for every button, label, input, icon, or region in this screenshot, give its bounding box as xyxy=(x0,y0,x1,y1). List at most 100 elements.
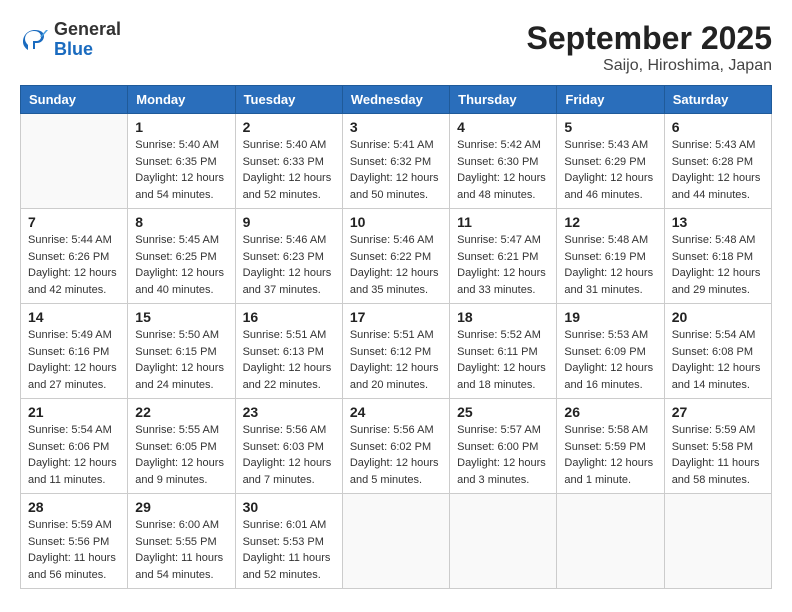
sunrise-text: Sunrise: 5:47 AM xyxy=(457,234,541,246)
sunrise-text: Sunrise: 5:40 AM xyxy=(135,139,219,151)
calendar-cell: 25 Sunrise: 5:57 AMSunset: 6:00 PMDayligh… xyxy=(450,399,557,494)
day-info: Sunrise: 5:48 AMSunset: 6:18 PMDaylight:… xyxy=(672,232,764,298)
day-number: 12 xyxy=(564,214,656,230)
day-number: 9 xyxy=(243,214,335,230)
page-subtitle: Saijo, Hiroshima, Japan xyxy=(527,57,772,75)
day-info: Sunrise: 5:41 AM Sunset: 6:32 PM Daylight:… xyxy=(350,137,442,203)
day-number: 1 xyxy=(135,119,227,135)
daylight-text: Daylight: 12 hours and 20 minutes. xyxy=(350,362,439,391)
sunrise-text: Sunrise: 5:43 AM xyxy=(564,139,648,151)
daylight-text: Daylight: 11 hours and 52 minutes. xyxy=(243,552,331,581)
day-number: 24 xyxy=(350,404,442,420)
day-info: Sunrise: 5:58 AMSunset: 5:59 PMDaylight:… xyxy=(564,422,656,488)
day-info: Sunrise: 5:56 AMSunset: 6:02 PMDaylight:… xyxy=(350,422,442,488)
weekday-header: Friday xyxy=(557,86,664,114)
daylight-text: Daylight: 12 hours and 18 minutes. xyxy=(457,362,546,391)
calendar-cell: 2Sunrise: 5:40 AMSunset: 6:33 PMDaylight… xyxy=(235,114,342,209)
page-title: September 2025 xyxy=(527,20,772,57)
daylight-text: Daylight: 12 hours and 54 minutes. xyxy=(135,172,224,201)
calendar-cell: 24Sunrise: 5:56 AMSunset: 6:02 PMDayligh… xyxy=(342,399,449,494)
sunrise-text: Sunrise: 5:59 AM xyxy=(672,424,756,436)
sunset-text: Sunset: 5:58 PM xyxy=(672,441,753,453)
day-number: 20 xyxy=(672,309,764,325)
daylight-text: Daylight: 12 hours and 22 minutes. xyxy=(243,362,332,391)
sunrise-text: Sunrise: 5:55 AM xyxy=(135,424,219,436)
calendar-cell xyxy=(450,494,557,589)
daylight-text: Daylight: 12 hours and 35 minutes. xyxy=(350,267,439,296)
sunset-text: Sunset: 6:22 PM xyxy=(350,251,431,263)
calendar-cell: 18Sunrise: 5:52 AMSunset: 6:11 PMDayligh… xyxy=(450,304,557,399)
calendar-week-row: 21Sunrise: 5:54 AMSunset: 6:06 PMDayligh… xyxy=(21,399,772,494)
sunset-text: Sunset: 6:21 PM xyxy=(457,251,538,263)
sunrise-text: Sunrise: 5:57 AM xyxy=(457,424,541,436)
sunset-text: Sunset: 6:03 PM xyxy=(243,441,324,453)
calendar-cell: 27 Sunrise: 5:59 AM Sunset: 5:58 PM Dayligh… xyxy=(664,399,771,494)
day-info: Sunrise: 5:54 AM Sunset: 6:06 PM Daylight:… xyxy=(28,422,120,488)
calendar-table: SundayMondayTuesdayWednesdayThursdayFrid… xyxy=(20,85,772,589)
day-info: Sunrise: 5:44 AMSunset: 6:26 PMDaylight:… xyxy=(28,232,120,298)
day-number: 22 xyxy=(135,404,227,420)
sunset-text: Sunset: 6:02 PM xyxy=(350,441,431,453)
day-info: Sunrise: 5:40 AMSunset: 6:35 PMDaylight:… xyxy=(135,137,227,203)
day-info: Sunrise: 5:47 AM Sunset: 6:21 PM Daylight:… xyxy=(457,232,549,298)
day-info: Sunrise: 5:55 AMSunset: 6:05 PMDaylight:… xyxy=(135,422,227,488)
calendar-cell xyxy=(557,494,664,589)
daylight-text: Daylight: 12 hours and 42 minutes. xyxy=(28,267,117,296)
day-number: 13 xyxy=(672,214,764,230)
day-info: Sunrise: 5:59 AMSunset: 5:56 PMDaylight:… xyxy=(28,517,120,583)
sunset-text: Sunset: 6:23 PM xyxy=(243,251,324,263)
calendar-cell: 14Sunrise: 5:49 AMSunset: 6:16 PMDayligh… xyxy=(21,304,128,399)
calendar-cell: 8Sunrise: 5:45 AMSunset: 6:25 PMDaylight… xyxy=(128,209,235,304)
calendar-cell: 1 Sunrise: 5:40 AMSunset: 6:35 PMDaylight… xyxy=(128,114,235,209)
day-number: 4 xyxy=(457,119,549,135)
daylight-text: Daylight: 12 hours and 50 minutes. xyxy=(350,172,439,201)
daylight-text: Daylight: 11 hours and 58 minutes. xyxy=(672,457,760,486)
sunset-text: Sunset: 6:06 PM xyxy=(28,441,109,453)
sunset-text: Sunset: 6:15 PM xyxy=(135,346,216,358)
sunset-text: Sunset: 6:12 PM xyxy=(350,346,431,358)
sunrise-text: Sunrise: 5:54 AM xyxy=(672,329,756,341)
day-number: 10 xyxy=(350,214,442,230)
sunrise-text: Sunrise: 5:51 AM xyxy=(243,329,327,341)
day-number: 26 xyxy=(564,404,656,420)
calendar-cell: 3Sunrise: 5:41 AMSunset: 6:32 PMDaylight… xyxy=(342,114,449,209)
day-info: Sunrise: 5:59 AM Sunset: 5:58 PM Daylight:… xyxy=(672,422,764,488)
sunrise-text: Sunrise: 5:58 AM xyxy=(564,424,648,436)
sunset-text: Sunset: 6:32 PM xyxy=(350,156,431,168)
daylight-text: Daylight: 12 hours and 11 minutes. xyxy=(28,457,117,486)
calendar-cell: 10 Sunrise: 5:46 AM Sunset: 6:22 PM Dayligh… xyxy=(342,209,449,304)
calendar-week-row: 28 Sunrise: 5:59 AMSunset: 5:56 PMDayligh… xyxy=(21,494,772,589)
sunset-text: Sunset: 6:26 PM xyxy=(28,251,109,263)
sunrise-text: Sunrise: 5:46 AM xyxy=(350,234,434,246)
day-number: 27 xyxy=(672,404,764,420)
day-info: Sunrise: 5:50 AMSunset: 6:15 PMDaylight:… xyxy=(135,327,227,393)
sunrise-text: Sunrise: 5:54 AM xyxy=(28,424,112,436)
day-info: Sunrise: 5:53 AMSunset: 6:09 PMDaylight:… xyxy=(564,327,656,393)
day-number: 18 xyxy=(457,309,549,325)
calendar-cell: 7Sunrise: 5:44 AMSunset: 6:26 PMDaylight… xyxy=(21,209,128,304)
day-number: 28 xyxy=(28,499,120,515)
calendar-cell: 30Sunrise: 6:01 AMSunset: 5:53 PMDayligh… xyxy=(235,494,342,589)
sunset-text: Sunset: 6:19 PM xyxy=(564,251,645,263)
calendar-week-row: 14Sunrise: 5:49 AMSunset: 6:16 PMDayligh… xyxy=(21,304,772,399)
sunrise-text: Sunrise: 5:41 AM xyxy=(350,139,434,151)
sunrise-text: Sunrise: 5:43 AM xyxy=(672,139,756,151)
daylight-text: Daylight: 12 hours and 33 minutes. xyxy=(457,267,546,296)
day-number: 25 xyxy=(457,404,549,420)
daylight-text: Daylight: 12 hours and 52 minutes. xyxy=(243,172,332,201)
weekday-header: Wednesday xyxy=(342,86,449,114)
sunrise-text: Sunrise: 5:56 AM xyxy=(350,424,434,436)
sunrise-text: Sunrise: 5:42 AM xyxy=(457,139,541,151)
calendar-cell: 21Sunrise: 5:54 AMSunset: 6:06 PMDayligh… xyxy=(21,399,128,494)
day-info: Sunrise: 5:57 AMSunset: 6:00 PMDaylight:… xyxy=(457,422,549,488)
daylight-text: Daylight: 12 hours and 9 minutes. xyxy=(135,457,224,486)
day-info: Sunrise: 5:49 AMSunset: 6:16 PMDaylight:… xyxy=(28,327,120,393)
calendar-cell xyxy=(342,494,449,589)
daylight-text: Daylight: 12 hours and 40 minutes. xyxy=(135,267,224,296)
page-header: General Blue September 2025 Saijo, Hiros… xyxy=(20,20,772,75)
calendar-cell: 4Sunrise: 5:42 AMSunset: 6:30 PMDaylight… xyxy=(450,114,557,209)
day-number: 23 xyxy=(243,404,335,420)
calendar-cell: 19Sunrise: 5:53 AMSunset: 6:09 PMDayligh… xyxy=(557,304,664,399)
day-info: Sunrise: 5:51 AMSunset: 6:12 PMDaylight:… xyxy=(350,327,442,393)
day-number: 15 xyxy=(135,309,227,325)
